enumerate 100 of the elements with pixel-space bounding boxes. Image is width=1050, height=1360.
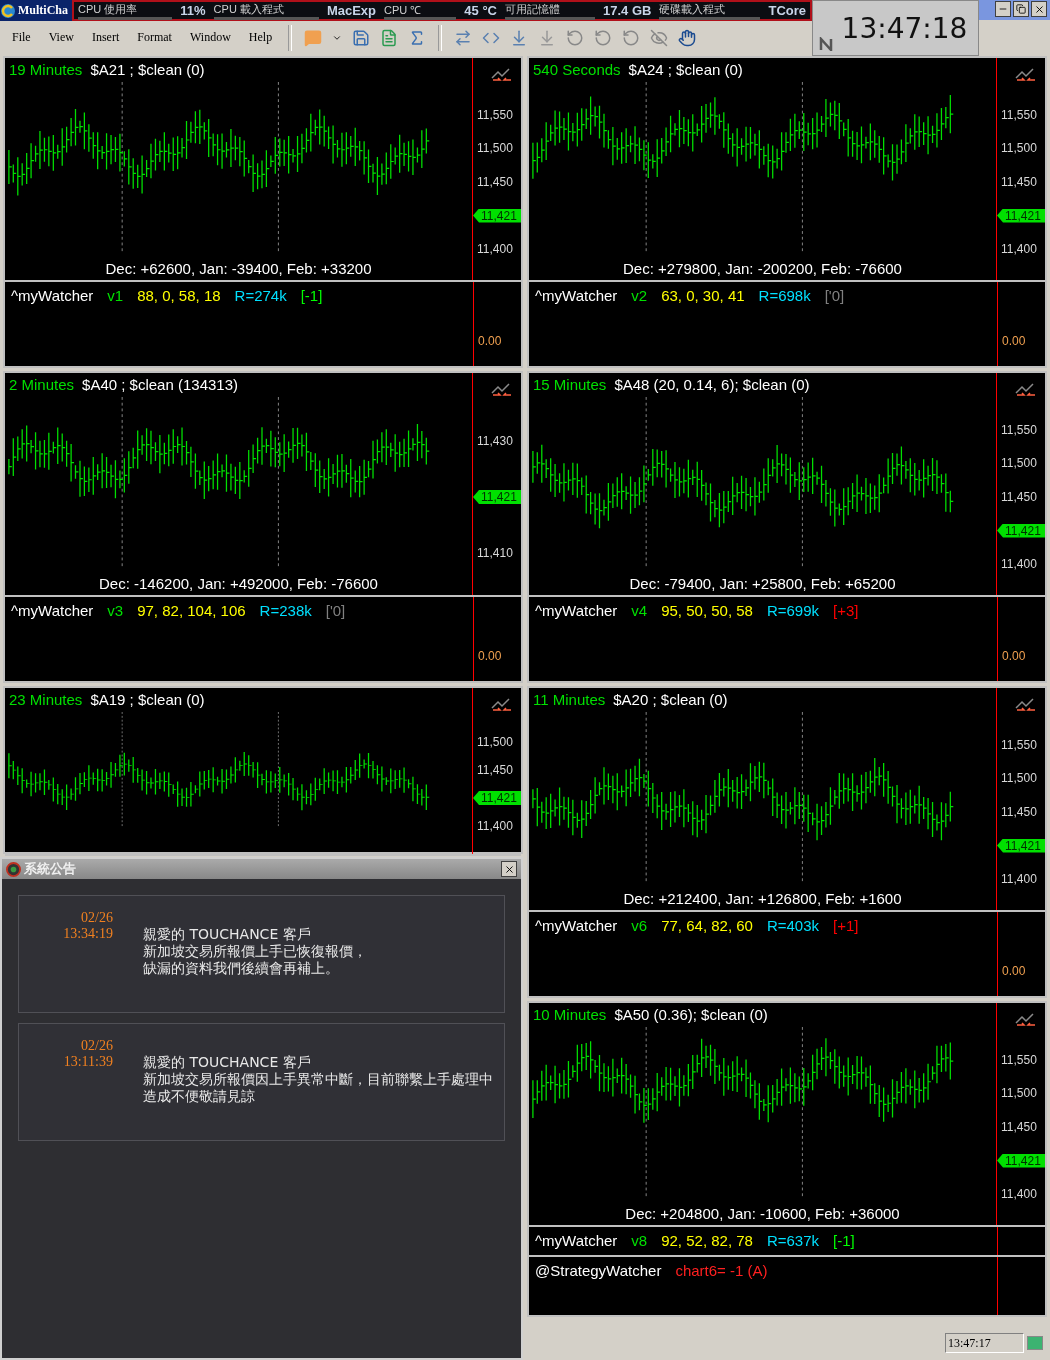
menu-item[interactable]: Insert (85, 30, 126, 45)
price-tick: 11,500 (1000, 141, 1038, 156)
last-price-tag: 11,421 (473, 791, 521, 805)
price-tick: 11,550 (1000, 737, 1038, 752)
spread-summary: Dec: +62600, Jan: -39400, Feb: +33200 (104, 260, 373, 277)
chart-title: $A20 ; $clean (0) (613, 691, 728, 708)
indicator-name: ^myWatcher (535, 1232, 618, 1249)
chart-settings-icon[interactable] (491, 68, 513, 82)
price-tick: 11,400 (1000, 1187, 1038, 1202)
menu-item[interactable]: Help (242, 30, 279, 45)
price-tick: 11,500 (476, 141, 514, 156)
chart-settings-icon[interactable] (1015, 698, 1037, 712)
eye-off-icon (650, 28, 669, 47)
price-tick: 11,410 (476, 546, 514, 560)
price-tick: 11,450 (1000, 1120, 1038, 1134)
indicator-version: v2 (631, 287, 648, 304)
strategy-name: @StrategyWatcher (535, 1262, 662, 1279)
monitor-label: CPU ℃ (384, 1, 457, 20)
monitor-label: CPU 使用率 (78, 1, 173, 20)
close-button[interactable] (1031, 1, 1047, 17)
notice-message-line: 新加坡交易所報價上手已恢復報價， (143, 943, 367, 960)
indicator-values: 88, 0, 58, 18 (137, 287, 221, 304)
price-tick: 11,550 (1000, 1052, 1038, 1067)
price-tick: 11,450 (476, 175, 514, 189)
monitor-label: 可用記憶體 (505, 1, 596, 20)
monitor-value: 45 °C (464, 3, 497, 18)
monitor-label: 硬碟載入程式 (659, 1, 761, 20)
price-tick: 11,550 (1000, 107, 1038, 122)
indicator-signal: ['0] (325, 602, 346, 619)
indicator-tick: 0.00 (1001, 649, 1027, 663)
monitor-value: TCore (768, 3, 807, 18)
price-tick: 11,400 (1000, 557, 1038, 572)
monitor-value: 11% (180, 3, 206, 18)
last-price-tag: 11,421 (997, 523, 1045, 538)
indicator-tick: 0.00 (1001, 334, 1027, 348)
indicator-name: ^myWatcher (535, 917, 618, 934)
indicator-range: R=238k (259, 602, 312, 619)
chart-settings-icon[interactable] (1015, 1013, 1037, 1027)
price-tick: 11,400 (476, 242, 514, 257)
restore-button[interactable] (1013, 1, 1029, 17)
close-icon (503, 863, 515, 875)
monitor-value: 17.4 GB (603, 3, 652, 18)
status-time: 13:47:17 (945, 1333, 1024, 1353)
chart-interval: 11 Minutes (533, 691, 606, 708)
chart-settings-icon[interactable] (491, 698, 513, 712)
notice-time: 13:11:39 (63, 1054, 113, 1070)
close-button[interactable] (501, 861, 517, 877)
price-tick: 11,400 (476, 819, 514, 833)
indicator-version: v6 (631, 917, 648, 934)
minimize-button[interactable] (995, 1, 1011, 17)
menu-item[interactable]: Format (131, 30, 178, 45)
notice-message-line: 親愛的 TOUCHANCE 客戶 (143, 1054, 312, 1071)
chart-settings-icon[interactable] (1015, 383, 1037, 397)
indicator-version: v1 (107, 287, 124, 304)
connection-indicator-icon (1027, 1336, 1043, 1350)
chart-title: $A40 ; $clean (134313) (82, 376, 238, 393)
chart-title: $A48 (20, 0.14, 6); $clean (0) (614, 376, 810, 393)
price-tick: 11,550 (476, 107, 514, 122)
price-tick: 11,500 (1000, 1086, 1038, 1101)
notice-message-line: 缺漏的資料我們後續會再補上。 (143, 960, 340, 977)
chart-interval: 15 Minutes (533, 376, 607, 393)
notice-date: 02/26 (81, 910, 113, 926)
comment-icon (304, 28, 323, 47)
spread-summary: Dec: -79400, Jan: +25800, Feb: +65200 (628, 575, 897, 592)
notice-message-line: 造成不便敬請見諒 (143, 1088, 256, 1105)
chart-settings-icon[interactable] (491, 383, 513, 397)
last-price-tag: 11,421 (997, 838, 1045, 853)
chart-settings-icon[interactable] (1015, 68, 1037, 82)
indicator-values: 77, 64, 82, 60 (661, 917, 753, 934)
spread-summary: Dec: -146200, Jan: +492000, Feb: -76600 (98, 575, 379, 592)
price-tick: 11,450 (1000, 805, 1038, 819)
notice-date: 02/26 (81, 1038, 113, 1054)
chart-interval: 23 Minutes (9, 691, 83, 708)
restore-icon (1016, 4, 1026, 14)
monitor-value: MacExp (326, 3, 377, 18)
indicator-name: ^myWatcher (535, 287, 618, 304)
rotate-icon (594, 28, 613, 47)
indicator-values: 95, 50, 50, 58 (661, 602, 753, 619)
indicator-range: R=699k (766, 602, 820, 619)
price-tick: 11,500 (1000, 456, 1038, 471)
indicator-signal: [-1] (833, 1232, 855, 1249)
price-tick: 11,450 (476, 763, 514, 777)
menu-item[interactable]: File (6, 30, 37, 45)
indicator-range: R=698k (758, 287, 811, 304)
rotate-icon (622, 28, 641, 47)
strategy-status: chart6= -1 (A) (675, 1262, 768, 1279)
indicator-tick: 0.00 (1001, 964, 1027, 978)
last-price-tag: 11,421 (997, 1153, 1045, 1168)
indicator-signal: [-1] (300, 287, 323, 304)
app-logo-icon (0, 2, 16, 19)
last-price-tag: 11,421 (473, 490, 521, 504)
indicator-values: 63, 0, 30, 41 (661, 287, 745, 304)
price-tick: 11,450 (1000, 175, 1038, 189)
notice-title: 系統公告 (24, 860, 77, 878)
notice-message-line: 親愛的 TOUCHANCE 客戶 (143, 926, 312, 943)
menu-item[interactable]: View (42, 30, 80, 45)
price-tick: 11,430 (476, 434, 514, 448)
indicator-signal: [+3] (833, 602, 859, 619)
price-tick: 11,550 (1000, 422, 1038, 437)
menu-item[interactable]: Window (183, 30, 237, 45)
